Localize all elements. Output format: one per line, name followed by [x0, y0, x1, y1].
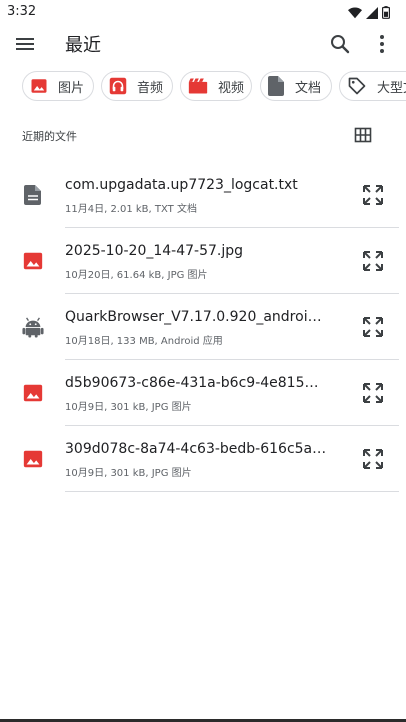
grid-view-icon[interactable] [354, 126, 372, 144]
file-name: com.upgadata.up7723_logcat.txt [65, 177, 298, 193]
more-vert-icon[interactable] [370, 32, 394, 56]
file-name: 309d078c-8a74-4c63-bedb-616c5ab82... [65, 441, 327, 457]
image-icon [30, 76, 48, 96]
android-icon [22, 316, 44, 338]
movie-icon [188, 76, 208, 96]
headphones-icon [109, 76, 127, 96]
chip-label: 文档 [294, 80, 321, 96]
file-row[interactable]: com.upgadata.up7723_logcat.txt 11月4日, 2.… [0, 162, 406, 228]
chip-label: 大型文 [377, 80, 406, 96]
file-row[interactable]: QuarkBrowser_V7.17.0.920_android_pf... 1… [0, 294, 406, 360]
status-time: 3:32 [7, 4, 37, 19]
file-name: QuarkBrowser_V7.17.0.920_android_pf... [65, 309, 327, 325]
image-icon [22, 448, 44, 470]
app-bar: 最近 [0, 24, 406, 64]
chip-documents[interactable]: 文档 [260, 71, 332, 101]
file-meta: 10月18日, 133 MB, Android 应用 [65, 336, 223, 347]
fullscreen-icon[interactable] [361, 315, 385, 339]
chip-label: 音频 [137, 80, 164, 96]
battery-icon [382, 4, 390, 23]
search-icon[interactable] [328, 32, 352, 56]
document-icon [22, 184, 44, 206]
chip-audio[interactable]: 音频 [101, 71, 173, 101]
chip-video[interactable]: 视频 [180, 71, 252, 101]
section-title: 近期的文件 [22, 130, 77, 143]
filter-chips: 图片 音频 视频 文档 大型文 [0, 71, 406, 103]
image-icon [22, 382, 44, 404]
file-row[interactable]: 309d078c-8a74-4c63-bedb-616c5ab82... 10月… [0, 426, 406, 492]
status-bar: 3:32 [0, 0, 406, 24]
file-row[interactable]: d5b90673-c86e-431a-b6c9-4e81557a3... 10月… [0, 360, 406, 426]
fullscreen-icon[interactable] [361, 183, 385, 207]
menu-icon[interactable] [13, 32, 37, 56]
file-row[interactable]: 2025-10-20_14-47-57.jpg 10月20日, 61.64 kB… [0, 228, 406, 294]
file-name: d5b90673-c86e-431a-b6c9-4e81557a3... [65, 375, 327, 391]
file-name: 2025-10-20_14-47-57.jpg [65, 243, 244, 259]
file-meta: 11月4日, 2.01 kB, TXT 文档 [65, 204, 197, 215]
file-meta: 10月9日, 301 kB, JPG 图片 [65, 402, 192, 413]
status-icons [348, 4, 390, 23]
fullscreen-icon[interactable] [361, 381, 385, 405]
signal-icon [366, 4, 378, 23]
file-meta: 10月20日, 61.64 kB, JPG 图片 [65, 270, 208, 281]
chip-label: 图片 [58, 80, 85, 96]
label-tag-icon [347, 76, 367, 96]
divider [65, 491, 399, 492]
chip-images[interactable]: 图片 [22, 71, 94, 101]
chip-label: 视频 [218, 80, 245, 96]
file-meta: 10月9日, 301 kB, JPG 图片 [65, 468, 192, 479]
wifi-icon [348, 4, 362, 23]
image-icon [22, 250, 44, 272]
document-icon [268, 76, 285, 96]
page-title: 最近 [65, 35, 101, 56]
chip-large-files[interactable]: 大型文 [339, 71, 406, 101]
fullscreen-icon[interactable] [361, 249, 385, 273]
fullscreen-icon[interactable] [361, 447, 385, 471]
